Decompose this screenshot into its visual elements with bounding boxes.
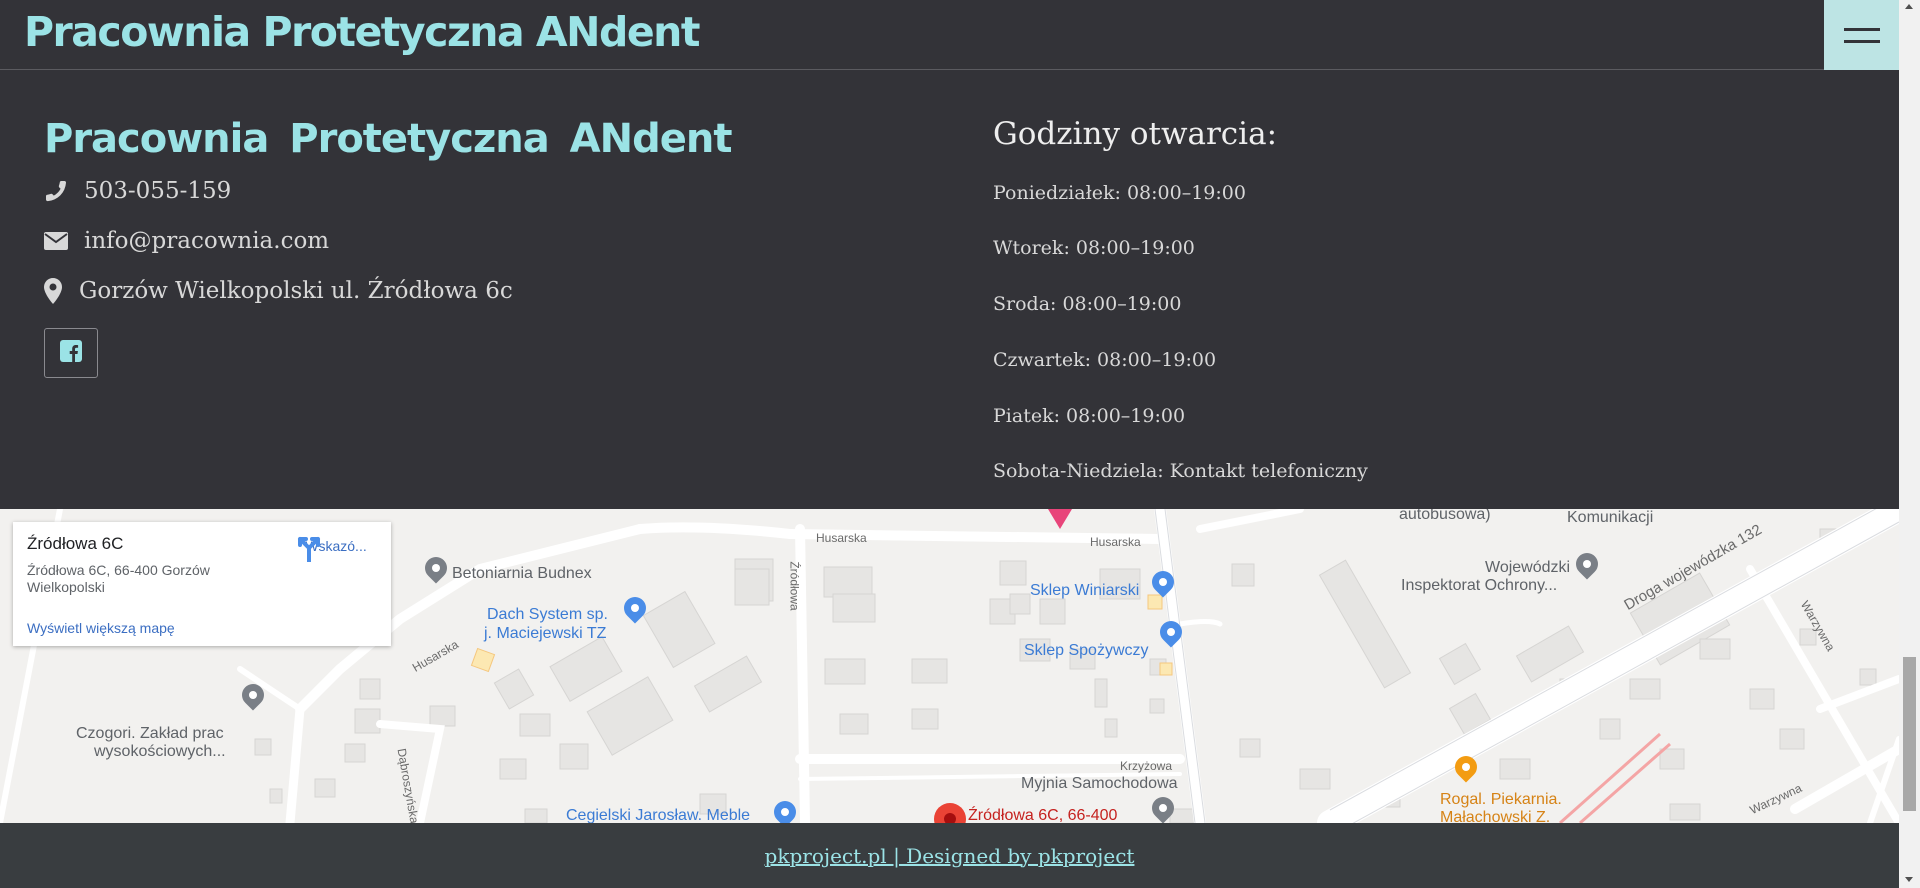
contact-section: Pracownia Protetyczna ANdent 503-055-159… [0, 70, 1899, 509]
map-place-label[interactable]: autobusowa) [1399, 509, 1491, 524]
map-place-label[interactable]: Myjnia Samochodowa [1021, 775, 1178, 793]
map-card-title: Źródłowa 6C [27, 534, 124, 553]
footer-credits-link[interactable]: pkproject.pl | Designed by pkproject [765, 844, 1135, 868]
contact-phone: 503-055-159 [84, 178, 232, 204]
facebook-button[interactable] [44, 328, 98, 378]
scroll-up-icon[interactable] [1905, 4, 1913, 9]
map-place-label[interactable]: Komunikacji [1567, 509, 1653, 527]
contact-phone-row[interactable]: 503-055-159 [44, 178, 231, 204]
map-destination-label[interactable]: Źródłowa 6C, 66-400 [968, 807, 1117, 823]
hours-line: Sobota-Niedziela: Kontakt telefoniczny [993, 460, 1368, 482]
map-street-label: Krzyżowa [1120, 759, 1173, 773]
map-place-label[interactable]: Betoniarnia Budnex [452, 565, 592, 583]
contact-address-row: Gorzów Wielkopolski ul. Źródłowa 6c [44, 278, 513, 304]
map-street-label: Źródłowa [787, 561, 802, 611]
directions-button[interactable]: Wskazó... [296, 534, 376, 562]
map-place-label[interactable]: Inspektorat Ochrony... [1401, 577, 1557, 595]
hours-line: Wtorek: 08:00–19:00 [993, 237, 1195, 259]
hours-line: Sroda: 08:00–19:00 [993, 293, 1182, 315]
top-navbar: Pracownia Protetyczna ANdent [0, 0, 1899, 70]
embedded-map[interactable]: Betoniarnia Budnex Dach System sp. j. Ma… [0, 509, 1899, 823]
map-place-label[interactable]: Czogori. Zakład prac [76, 725, 224, 743]
navbar-brand[interactable]: Pracownia Protetyczna ANdent [24, 8, 700, 56]
contact-title: Pracownia Protetyczna ANdent [44, 116, 732, 162]
map-place-label[interactable]: Sklep Spożywczy [1024, 642, 1149, 660]
map-place-label[interactable]: Dach System sp. [487, 606, 608, 624]
hamburger-line [1843, 27, 1880, 31]
contact-email: info@pracownia.com [84, 228, 330, 254]
footer-bar: pkproject.pl | Designed by pkproject [0, 823, 1899, 888]
page-scrollbar[interactable] [1899, 0, 1920, 888]
scroll-down-icon[interactable] [1905, 877, 1913, 882]
contact-email-row[interactable]: info@pracownia.com [44, 228, 329, 254]
contact-address: Gorzów Wielkopolski ul. Źródłowa 6c [79, 278, 513, 304]
map-place-label[interactable]: Rogal. Piekarnia. [1440, 791, 1562, 809]
hours-line: Czwartek: 08:00–19:00 [993, 349, 1217, 371]
map-card-address: Źródłowa 6C, 66-400 Gorzów Wielkopolski [27, 562, 210, 595]
map-place-label[interactable]: Wojewódzki [1485, 559, 1570, 577]
map-place-card: Źródłowa 6C Źródłowa 6C, 66-400 Gorzów W… [13, 522, 391, 646]
map-place-label[interactable]: Cegielski Jarosław. Meble [566, 807, 750, 823]
view-larger-map-link[interactable]: Wyświetl większą mapę [27, 620, 175, 636]
map-place-label[interactable]: wysokościowych... [94, 743, 226, 761]
phone-icon [44, 179, 84, 203]
hours-title: Godziny otwarcia: [993, 116, 1278, 152]
map-place-label[interactable]: Małachowski Z. [1440, 809, 1550, 823]
map-street-label: Husarska [816, 531, 867, 545]
map-marker-icon [44, 278, 79, 304]
map-street-label: Husarska [1090, 535, 1141, 549]
hours-line: Piatek: 08:00–19:00 [993, 405, 1186, 427]
map-place-label[interactable]: j. Maciejewski TZ [484, 625, 606, 643]
facebook-icon [60, 340, 82, 366]
hours-line: Poniedziałek: 08:00–19:00 [993, 182, 1246, 204]
hamburger-line [1843, 39, 1880, 43]
map-place-label[interactable]: Sklep Winiarski [1030, 582, 1139, 600]
envelope-icon [44, 231, 84, 251]
hamburger-icon[interactable] [1824, 0, 1899, 70]
scrollbar-thumb[interactable] [1903, 657, 1916, 811]
